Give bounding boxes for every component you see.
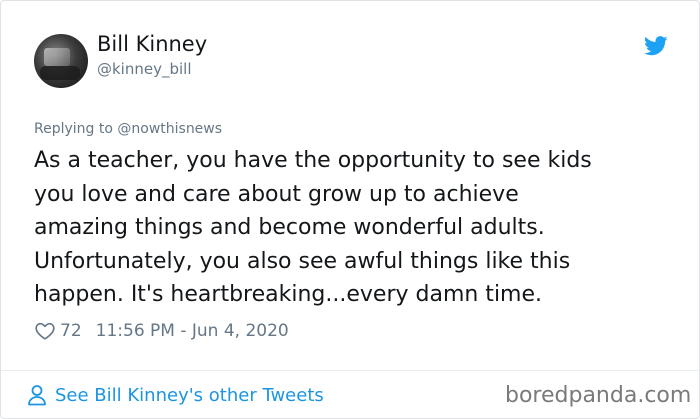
avatar-shadow [40, 66, 80, 80]
avatar[interactable] [34, 34, 88, 88]
tweet-text-line: As a teacher, you have the opportunity t… [34, 148, 592, 173]
tweet-meta: 72 11:56 PM - Jun 4, 2020 [34, 319, 289, 343]
person-outline-icon [28, 385, 46, 406]
tweet-text-line: Unfortunately, you also see awful things… [34, 248, 571, 274]
reply-context[interactable]: Replying to @nowthisnews [34, 121, 222, 137]
tweet-text-line: amazing things and become wonderful adul… [34, 215, 545, 240]
author-handle[interactable]: @kinney_bill [97, 60, 192, 78]
see-other-tweets-label: See Bill Kinney's other Tweets [55, 384, 324, 406]
heart-outline-icon[interactable] [34, 320, 56, 342]
tweet-text: As a teacher, you have the opportunity t… [34, 144, 674, 312]
boredpanda-watermark: boredpanda.com [505, 383, 692, 408]
tweet-card: Bill Kinney @kinney_bill Replying to @no… [0, 0, 700, 419]
tweet-text-line: happen. It's heartbreaking...every damn … [34, 282, 543, 307]
like-count[interactable]: 72 [60, 321, 82, 341]
avatar-highlight [44, 48, 70, 66]
twitter-bird-icon[interactable] [644, 35, 668, 57]
see-other-tweets-link[interactable]: See Bill Kinney's other Tweets [27, 384, 324, 406]
tweet-text-line: you love and care about grow up to achie… [34, 181, 519, 207]
footer-divider [1, 370, 699, 371]
author-display-name[interactable]: Bill Kinney [97, 32, 207, 56]
tweet-timestamp[interactable]: 11:56 PM - Jun 4, 2020 [96, 321, 289, 341]
